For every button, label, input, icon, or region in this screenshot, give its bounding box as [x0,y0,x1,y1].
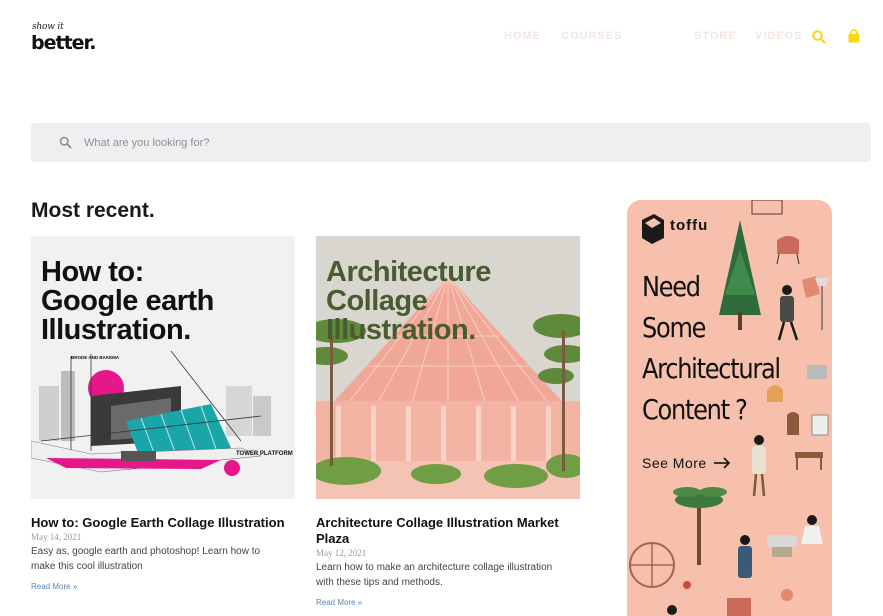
ad-cta-label: See More [642,455,707,471]
section-title: Most recent. [31,199,155,222]
search-input[interactable] [84,123,844,162]
logo-big-text: better. [31,32,96,54]
post-card: BRODE AND BAKEMA TOWER PLATFORM How to: … [31,236,295,594]
post-card: Architecture Collage Illustration. Archi… [316,236,580,610]
post-date: May 14, 2021 [31,532,82,542]
thumb-caption: TOWER PLATFORM [236,451,293,457]
thumb-title: How to: Google earth Illustration. [41,258,214,345]
thumb-title-line: Collage [326,285,428,317]
nav-videos[interactable]: VIDEOS [755,30,803,42]
post-date: May 12, 2021 [316,548,367,558]
site-logo[interactable]: show it better. [31,22,101,56]
ad-headline-line: Content ? [642,393,748,426]
thumb-title-line: Architecture [326,256,491,288]
search-icon[interactable] [811,29,827,45]
post-excerpt: Easy as, google earth and photoshop! Lea… [31,546,261,572]
search-bar [31,123,871,162]
ad-headline: Need Some Architectural Content ? [642,266,797,430]
ad-banner[interactable]: toffu Need Some Architectural Content ? … [627,200,832,616]
shopping-bag-icon[interactable] [846,29,862,45]
ad-headline-line: Need [642,270,701,303]
thumb-title: Architecture Collage Illustration. [326,258,491,345]
thumb-tag: BRODE AND BAKEMA [71,355,120,360]
toffu-logo-icon [642,214,664,244]
logo-small-text: show it [32,22,64,32]
ad-brand: toffu [670,217,709,234]
search-icon [59,136,72,149]
page: show it better. HOME COURSES STORE VIDEO… [0,0,883,616]
ad-headline-line: Architectural [642,352,781,385]
post-title[interactable]: How to: Google Earth Collage Illustratio… [31,515,295,531]
thumb-title-line: How to: [41,256,144,288]
ad-headline-line: Some [642,311,706,344]
nav-courses[interactable]: COURSES [561,30,622,42]
post-excerpt: Learn how to make an architecture collag… [316,562,553,588]
thumb-title-line: Illustration. [326,314,476,346]
post-thumbnail[interactable]: Architecture Collage Illustration. [316,236,580,499]
read-more-link[interactable]: Read More » [316,598,362,607]
post-title[interactable]: Architecture Collage Illustration Market… [316,515,580,547]
nav-home[interactable]: HOME [504,30,541,42]
nav-store[interactable]: STORE [694,30,737,42]
arrow-right-icon [714,457,731,469]
post-thumbnail[interactable]: BRODE AND BAKEMA TOWER PLATFORM How to: … [31,236,295,499]
thumb-title-line: Google earth [41,285,214,317]
thumb-title-line: Illustration. [41,314,191,346]
read-more-link[interactable]: Read More » [31,582,77,591]
